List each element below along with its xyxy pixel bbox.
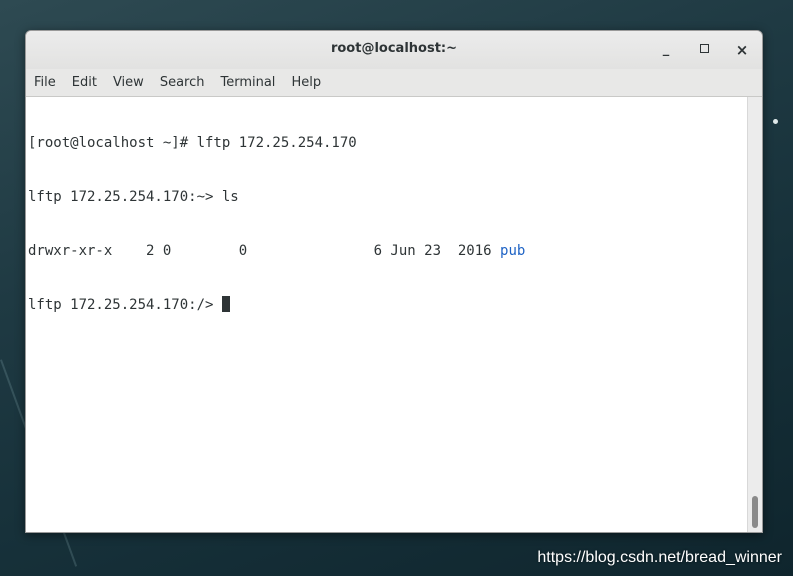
menu-search[interactable]: Search	[154, 75, 211, 90]
menu-edit[interactable]: Edit	[66, 75, 103, 90]
window-title: root@localhost:~	[330, 41, 458, 56]
title-bar[interactable]: root@localhost:~ _ ×	[26, 31, 762, 69]
close-button[interactable]: ×	[731, 40, 753, 60]
terminal-line-command: [root@localhost ~]# lftp 172.25.254.170	[28, 135, 357, 151]
desktop-decoration-dot	[773, 119, 778, 124]
menu-view[interactable]: View	[107, 75, 150, 90]
minimize-button[interactable]: _	[655, 40, 677, 60]
terminal-line-prompt: lftp 172.25.254.170:/>	[28, 296, 747, 314]
listing-attributes: drwxr-xr-x 2 0 0 6 Jun 23 2016	[28, 243, 501, 259]
prompt-text: lftp 172.25.254.170:/>	[28, 297, 222, 313]
directory-name-pub: pub	[500, 243, 526, 259]
terminal-window: root@localhost:~ _ × File Edit View Sear…	[25, 30, 763, 533]
maximize-icon	[699, 44, 709, 53]
terminal-output[interactable]: [root@localhost ~]# lftp 172.25.254.170 …	[26, 97, 747, 532]
maximize-button[interactable]	[693, 40, 715, 60]
menu-help[interactable]: Help	[285, 75, 327, 90]
terminal-scrollbar[interactable]	[747, 97, 762, 532]
text-cursor	[221, 296, 230, 312]
scrollbar-thumb[interactable]	[752, 496, 758, 528]
menu-bar: File Edit View Search Terminal Help	[26, 69, 762, 97]
terminal-line-ls: lftp 172.25.254.170:~> ls	[28, 189, 239, 205]
close-icon: ×	[735, 41, 749, 59]
terminal-line-listing: drwxr-xr-x 2 0 0 6 Jun 23 2016 pub	[28, 242, 747, 260]
menu-terminal[interactable]: Terminal	[214, 75, 281, 90]
watermark-url: https://blog.csdn.net/bread_winner	[537, 549, 782, 566]
menu-file[interactable]: File	[28, 75, 62, 90]
minimize-icon: _	[662, 42, 670, 57]
